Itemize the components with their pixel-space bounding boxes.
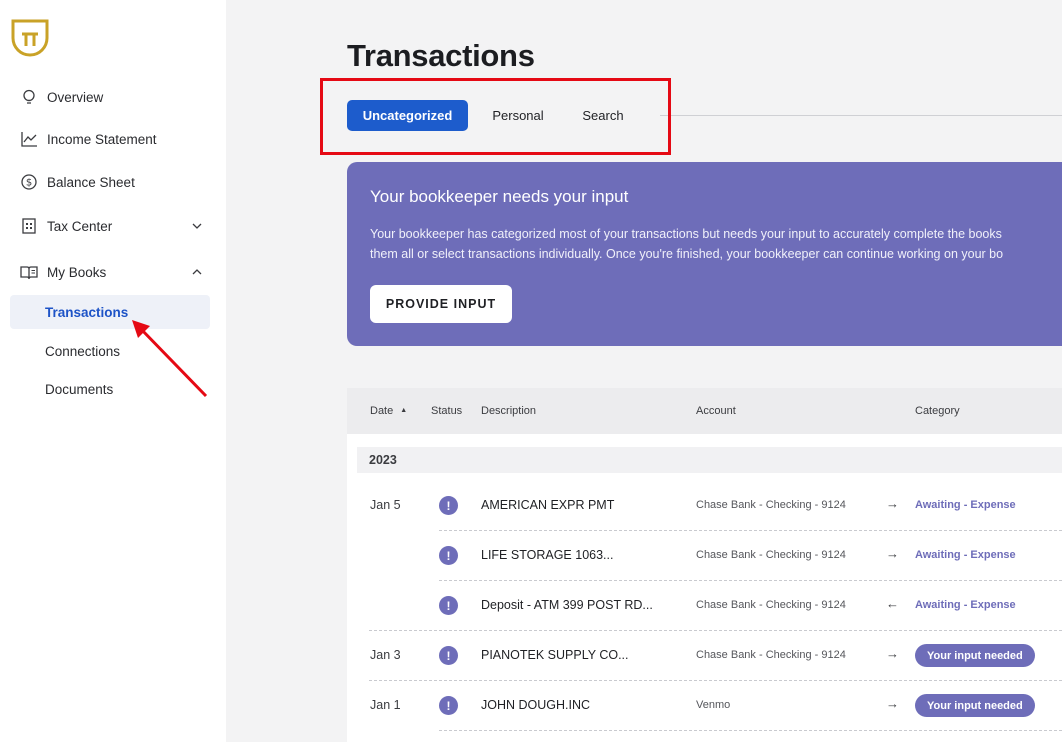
alert-icon: ! — [439, 646, 458, 665]
row-description[interactable]: AMERICAN EXPR PMT — [481, 498, 614, 512]
chevron-up-icon[interactable] — [190, 265, 204, 279]
arrow-right-icon: → — [886, 646, 899, 661]
alert-icon: ! — [439, 546, 458, 565]
banner-text-line-1: Your bookkeeper has categorized most of … — [370, 227, 1002, 241]
nav-my-books-label: My Books — [47, 264, 107, 280]
th-status: Status — [431, 405, 463, 417]
table-row[interactable]: ! LIFE STORAGE 1063... Chase Bank - Chec… — [347, 531, 1062, 581]
nav-sub-connections-label: Connections — [45, 343, 121, 359]
row-category[interactable]: Awaiting - Expense — [915, 499, 1016, 511]
arrow-right-icon: → — [886, 496, 899, 511]
svg-text:$: $ — [26, 178, 32, 189]
table-header: Date ▲ Status Description Account Categor… — [347, 388, 1062, 434]
banner-title: Your bookkeeper needs your input — [370, 187, 629, 206]
input-needed-badge[interactable]: Your input needed — [915, 644, 1035, 667]
nav-income-statement[interactable]: Income Statement — [10, 122, 210, 156]
input-needed-banner: Your bookkeeper needs your input Your bo… — [347, 162, 1062, 346]
year-group-row: 2023 — [357, 447, 1062, 473]
row-description[interactable]: LIFE STORAGE 1063... — [481, 548, 613, 562]
nav-my-books[interactable]: My Books — [10, 255, 210, 289]
table-row[interactable]: Jan 3 ! PIANOTEK SUPPLY CO... Chase Bank… — [347, 631, 1062, 681]
row-category[interactable]: Awaiting - Expense — [915, 549, 1016, 561]
input-needed-badge[interactable]: Your input needed — [915, 694, 1035, 717]
th-date-label: Date — [370, 405, 394, 417]
transactions-table: Date ▲ Status Description Account Categor… — [347, 388, 1062, 742]
nav-income-statement-label: Income Statement — [47, 131, 157, 147]
line-chart-icon — [20, 130, 38, 148]
nav-overview-label: Overview — [47, 89, 104, 105]
page-title: Transactions — [347, 38, 535, 73]
row-description[interactable]: JOHN DOUGH.INC — [481, 698, 590, 712]
row-description[interactable]: PIANOTEK SUPPLY CO... — [481, 648, 629, 662]
calculator-icon — [20, 217, 38, 235]
banner-text-line-2: them all or select transactions individu… — [370, 247, 1004, 261]
nav-balance-sheet[interactable]: $ Balance Sheet — [10, 165, 210, 199]
alert-icon: ! — [439, 696, 458, 715]
row-divider — [439, 730, 1062, 731]
row-date: Jan 3 — [370, 648, 401, 662]
nav-tax-center-label: Tax Center — [47, 218, 113, 234]
nav-overview[interactable]: Overview — [10, 80, 210, 114]
th-date[interactable]: Date ▲ — [370, 405, 407, 417]
dollar-circle-icon: $ — [20, 173, 38, 191]
nav-sub-transactions-label: Transactions — [45, 304, 129, 320]
book-icon — [20, 263, 38, 281]
th-category: Category — [915, 405, 960, 417]
th-description: Description — [481, 405, 537, 417]
table-row[interactable]: Jan 1 ! JOHN DOUGH.INC Venmo → Your inpu… — [347, 681, 1062, 731]
row-account: Chase Bank - Checking - 9124 — [696, 649, 846, 661]
row-account: Chase Bank - Checking - 9124 — [696, 549, 846, 561]
alert-icon: ! — [439, 496, 458, 515]
sort-asc-icon: ▲ — [400, 407, 408, 414]
nav-sub-documents-label: Documents — [45, 381, 114, 397]
arrow-left-icon: ← — [886, 596, 899, 611]
table-row[interactable]: Jan 5 ! AMERICAN EXPR PMT Chase Bank - C… — [347, 481, 1062, 531]
banner-text: Your bookkeeper has categorized most of … — [370, 224, 1003, 264]
annotation-highlight-box — [320, 78, 671, 155]
year-label: 2023 — [369, 453, 397, 467]
table-row[interactable]: ! Deposit - ATM 399 POST RD... Chase Ban… — [347, 581, 1062, 631]
row-date: Jan 5 — [370, 498, 401, 512]
row-description[interactable]: Deposit - ATM 399 POST RD... — [481, 598, 653, 612]
arrow-right-icon: → — [886, 546, 899, 561]
row-account: Chase Bank - Checking - 9124 — [696, 599, 846, 611]
lightbulb-icon — [20, 88, 38, 106]
annotation-arrow — [132, 320, 208, 398]
th-account: Account — [696, 405, 736, 417]
chevron-down-icon[interactable] — [190, 219, 204, 233]
row-category[interactable]: Awaiting - Expense — [915, 599, 1016, 611]
logo-icon[interactable] — [10, 18, 50, 58]
tabs-divider — [660, 115, 1062, 116]
arrow-right-icon: → — [886, 696, 899, 711]
row-date: Jan 1 — [370, 698, 401, 712]
alert-icon: ! — [439, 596, 458, 615]
row-account: Venmo — [696, 699, 731, 711]
nav-balance-sheet-label: Balance Sheet — [47, 174, 135, 190]
row-account: Chase Bank - Checking - 9124 — [696, 499, 846, 511]
nav-tax-center[interactable]: Tax Center — [10, 209, 210, 243]
provide-input-button[interactable]: PROVIDE INPUT — [370, 285, 512, 323]
